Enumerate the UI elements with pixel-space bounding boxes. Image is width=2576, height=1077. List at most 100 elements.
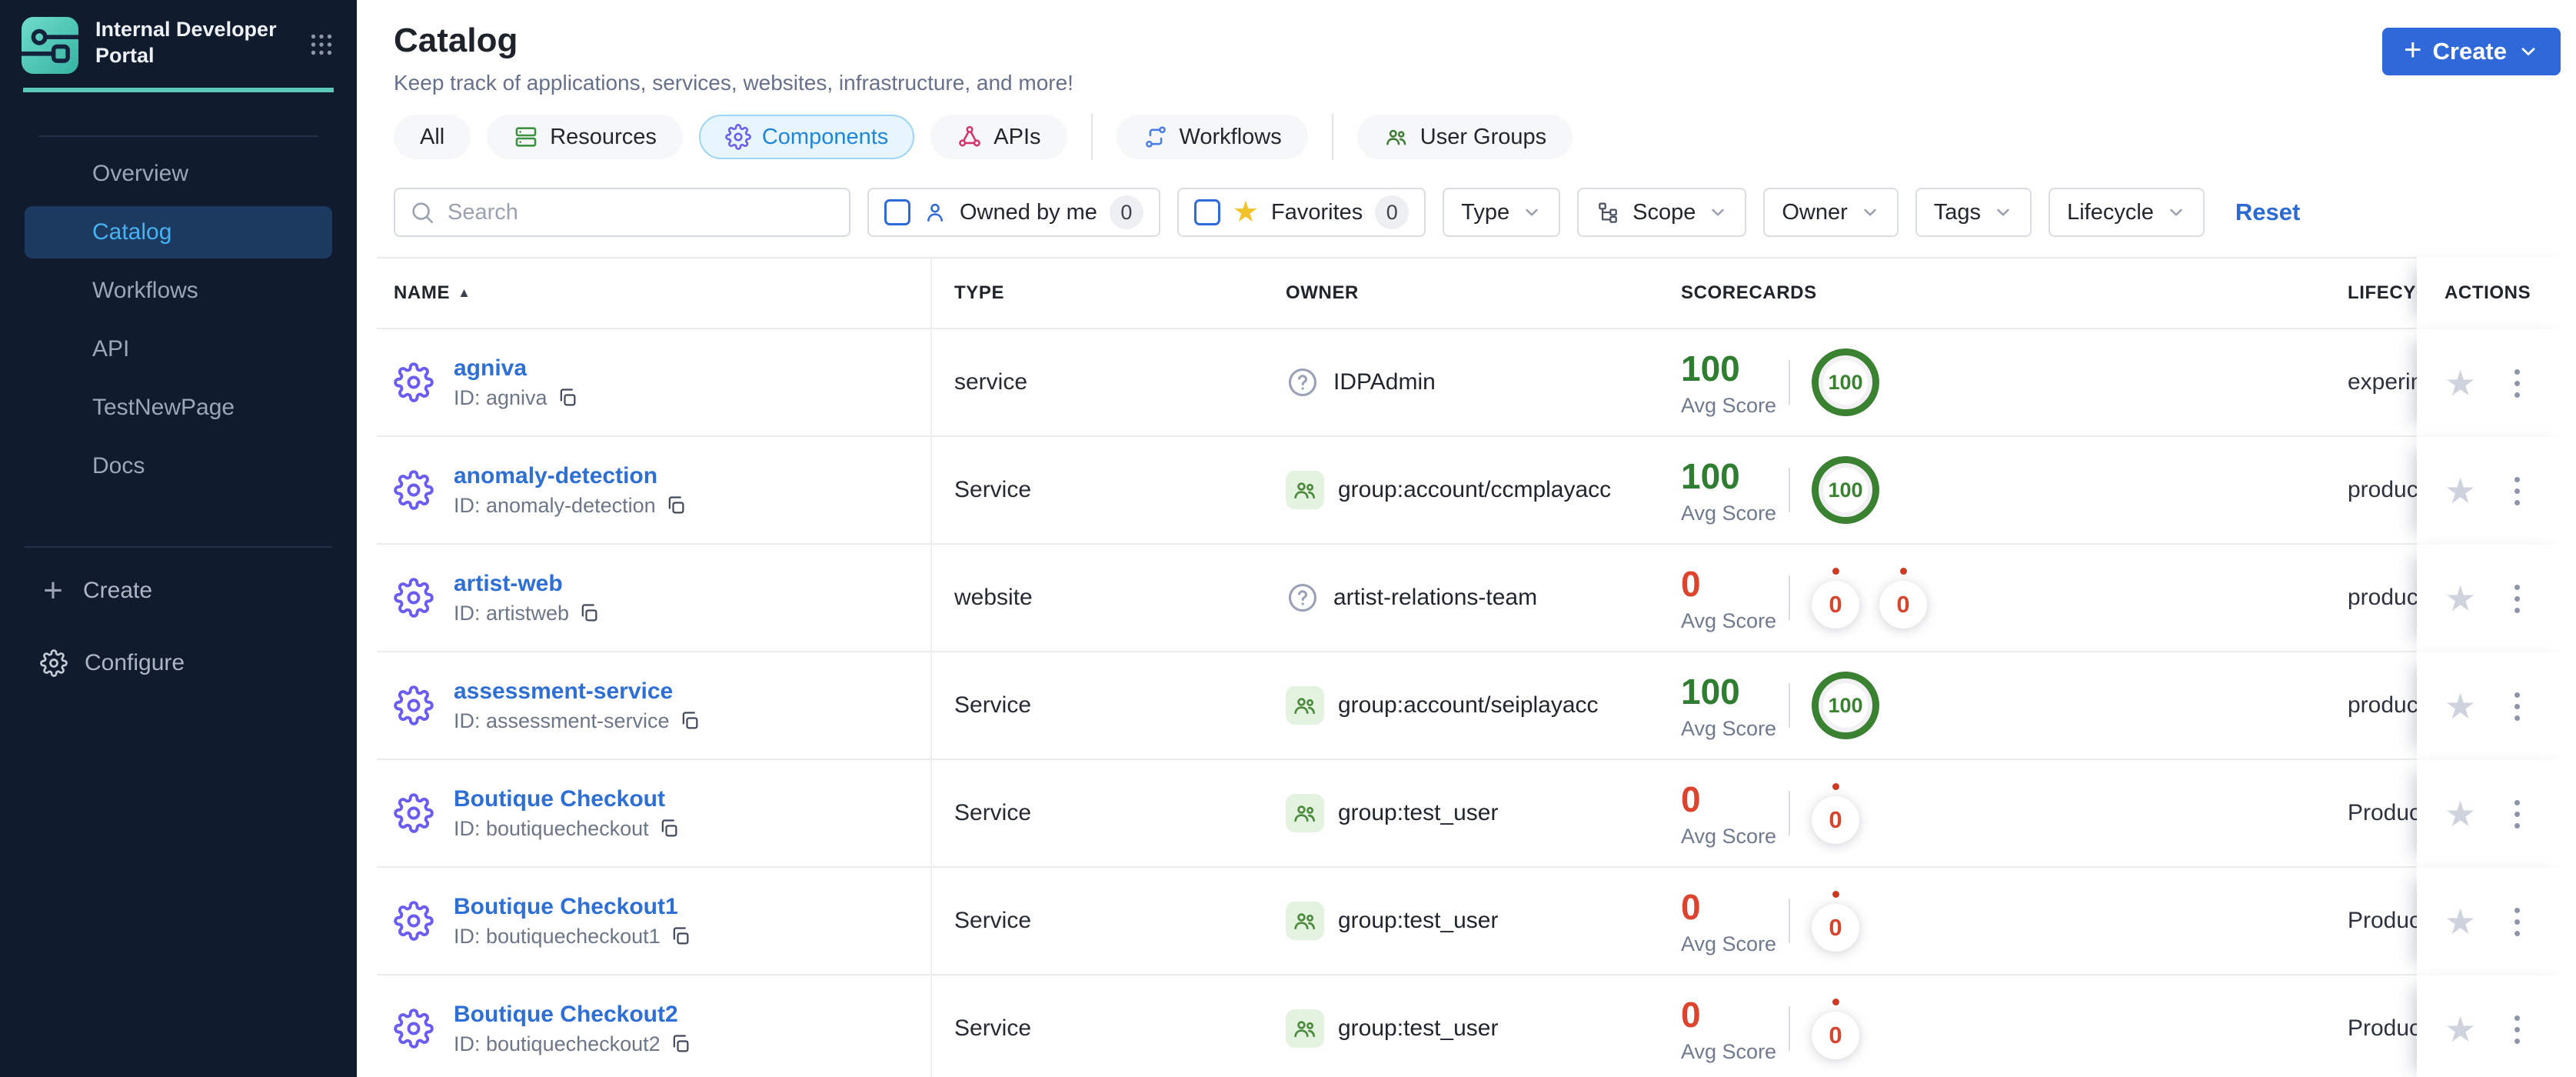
entity-id-line: ID: anomaly-detection — [454, 494, 687, 518]
scope-dropdown[interactable]: Scope — [1577, 188, 1747, 237]
entity-name-link[interactable]: Boutique Checkout1 — [454, 894, 691, 920]
table-row[interactable]: assessment-service ID: assessment-servic… — [377, 652, 2576, 760]
scorecard-badge[interactable]: 0 — [1879, 567, 1927, 629]
sidebar-item-workflows[interactable]: Workflows — [25, 265, 332, 317]
entity-name-link[interactable]: Boutique Checkout2 — [454, 1002, 691, 1028]
scorecard-badge[interactable]: 0 — [1812, 998, 1859, 1059]
favorite-star-icon[interactable]: ★ — [2445, 581, 2476, 616]
tab-workflows[interactable]: Workflows — [1116, 115, 1308, 159]
kebab-menu-icon[interactable] — [2510, 365, 2524, 402]
name-cell: Boutique Checkout2 ID: boutiquecheckout2 — [377, 975, 932, 1077]
sidebar-header: Internal Developer Portal — [0, 0, 357, 74]
column-header-scorecards[interactable]: SCORECARDS — [1658, 257, 2330, 329]
favorite-star-icon[interactable]: ★ — [2445, 365, 2476, 401]
tab-all[interactable]: All — [394, 115, 471, 159]
avg-score-label: Avg Score — [1681, 932, 1777, 955]
sidebar-item-catalog[interactable]: Catalog — [25, 206, 332, 258]
copy-icon[interactable] — [578, 602, 600, 624]
entity-name-link[interactable]: agniva — [454, 355, 578, 382]
owner-name: group:test_user — [1338, 908, 1499, 933]
table-row[interactable]: Boutique Checkout ID: boutiquecheckout S… — [377, 760, 2576, 868]
scorecard-badge[interactable]: 0 — [1812, 890, 1859, 952]
tab-apis[interactable]: APIs — [930, 115, 1067, 159]
scorecard-badge[interactable]: 100 — [1812, 456, 1879, 524]
component-gear-icon — [394, 793, 434, 833]
component-gear-icon — [394, 901, 434, 941]
scorecard-badges: 0 — [1812, 998, 1859, 1059]
table-row[interactable]: Boutique Checkout1 ID: boutiquecheckout1… — [377, 868, 2576, 975]
avg-score-value: 0 — [1681, 994, 1701, 1035]
favorites-filter[interactable]: ★ Favorites 0 — [1177, 188, 1426, 237]
divider — [1789, 575, 1790, 620]
owned-by-me-filter[interactable]: Owned by me 0 — [867, 188, 1160, 237]
copy-icon[interactable] — [670, 925, 691, 947]
column-header-type[interactable]: TYPE — [932, 257, 1276, 329]
scorecards-cell: 100 Avg Score 100 — [1658, 437, 2330, 545]
favorite-star-icon[interactable]: ★ — [2445, 904, 2476, 939]
column-header-owner[interactable]: OWNER — [1276, 257, 1658, 329]
column-header-name[interactable]: NAME ▲ — [377, 257, 932, 329]
scorecard-badges: 100 — [1812, 456, 1879, 524]
owner-dropdown[interactable]: Owner — [1763, 188, 1899, 237]
scorecard-badge[interactable]: 100 — [1812, 672, 1879, 739]
column-header-lifecycle[interactable]: LIFECYCLE — [2330, 257, 2417, 329]
entity-name-link[interactable]: Boutique Checkout — [454, 786, 680, 812]
table-row[interactable]: artist-web ID: artistweb website artist-… — [377, 545, 2576, 652]
scorecard-badge[interactable]: 0 — [1812, 782, 1859, 844]
app-switcher-grid-icon[interactable] — [308, 31, 335, 58]
name-cell: assessment-service ID: assessment-servic… — [377, 652, 932, 760]
entity-type: Service — [932, 760, 1276, 868]
reset-filters-link[interactable]: Reset — [2235, 198, 2300, 226]
kebab-menu-icon[interactable] — [2510, 903, 2524, 941]
sidebar-item-api[interactable]: API — [25, 323, 332, 375]
workflows-icon — [1143, 124, 1169, 150]
owned-by-me-checkbox[interactable] — [884, 199, 910, 225]
copy-icon[interactable] — [665, 495, 687, 516]
scorecard-badge[interactable]: 100 — [1812, 348, 1879, 416]
avg-score-block: 0 Avg Score — [1681, 779, 1789, 849]
copy-icon[interactable] — [679, 710, 701, 732]
sidebar-create-button[interactable]: + Create — [0, 562, 357, 620]
entity-id-line: ID: artistweb — [454, 602, 600, 625]
divider — [1789, 791, 1790, 835]
create-button[interactable]: + Create — [2382, 28, 2561, 75]
tab-user-groups[interactable]: User Groups — [1356, 115, 1573, 159]
favorite-star-icon[interactable]: ★ — [2445, 1012, 2476, 1047]
avg-score-label: Avg Score — [1681, 1039, 1777, 1063]
sidebar-configure-button[interactable]: Configure — [0, 634, 357, 692]
copy-icon[interactable] — [658, 818, 680, 839]
entity-id-line: ID: agniva — [454, 386, 578, 410]
entity-name-link[interactable]: assessment-service — [454, 679, 701, 705]
scorecard-badge[interactable]: 0 — [1812, 567, 1859, 629]
sidebar-item-overview[interactable]: Overview — [25, 148, 332, 200]
search-input[interactable] — [446, 198, 835, 226]
entity-name-link[interactable]: artist-web — [454, 571, 600, 597]
tab-components[interactable]: Components — [698, 115, 915, 159]
scorecards-cell: 0 Avg Score 00 — [1658, 545, 2330, 652]
tags-dropdown[interactable]: Tags — [1915, 188, 2032, 237]
type-dropdown[interactable]: Type — [1443, 188, 1561, 237]
kebab-menu-icon[interactable] — [2510, 580, 2524, 618]
copy-icon[interactable] — [670, 1033, 691, 1055]
kebab-menu-icon[interactable] — [2510, 472, 2524, 510]
kebab-menu-icon[interactable] — [2510, 1011, 2524, 1049]
favorite-star-icon[interactable]: ★ — [2445, 796, 2476, 832]
table-row[interactable]: anomaly-detection ID: anomaly-detection … — [377, 437, 2576, 545]
entity-name-link[interactable]: anomaly-detection — [454, 463, 687, 489]
favorites-checkbox[interactable] — [1193, 199, 1220, 225]
kebab-menu-icon[interactable] — [2510, 795, 2524, 833]
table-row[interactable]: agniva ID: agniva service IDPAdmin 100 A… — [377, 329, 2576, 437]
copy-icon[interactable] — [557, 387, 578, 408]
tab-resources[interactable]: Resources — [487, 115, 683, 159]
lifecycle-dropdown[interactable]: Lifecycle — [2048, 188, 2205, 237]
column-header-actions: ACTIONS — [2417, 257, 2576, 329]
favorite-star-icon[interactable]: ★ — [2445, 689, 2476, 724]
sidebar-item-testnewpage[interactable]: TestNewPage — [25, 382, 332, 434]
kebab-menu-icon[interactable] — [2510, 688, 2524, 725]
sidebar-item-docs[interactable]: Docs — [25, 440, 332, 492]
favorite-star-icon[interactable]: ★ — [2445, 473, 2476, 508]
badge-progress-dot — [1832, 782, 1839, 790]
entity-id: ID: boutiquecheckout2 — [454, 1032, 661, 1055]
badge-progress-dot — [1899, 567, 1907, 575]
table-row[interactable]: Boutique Checkout2 ID: boutiquecheckout2… — [377, 975, 2576, 1077]
